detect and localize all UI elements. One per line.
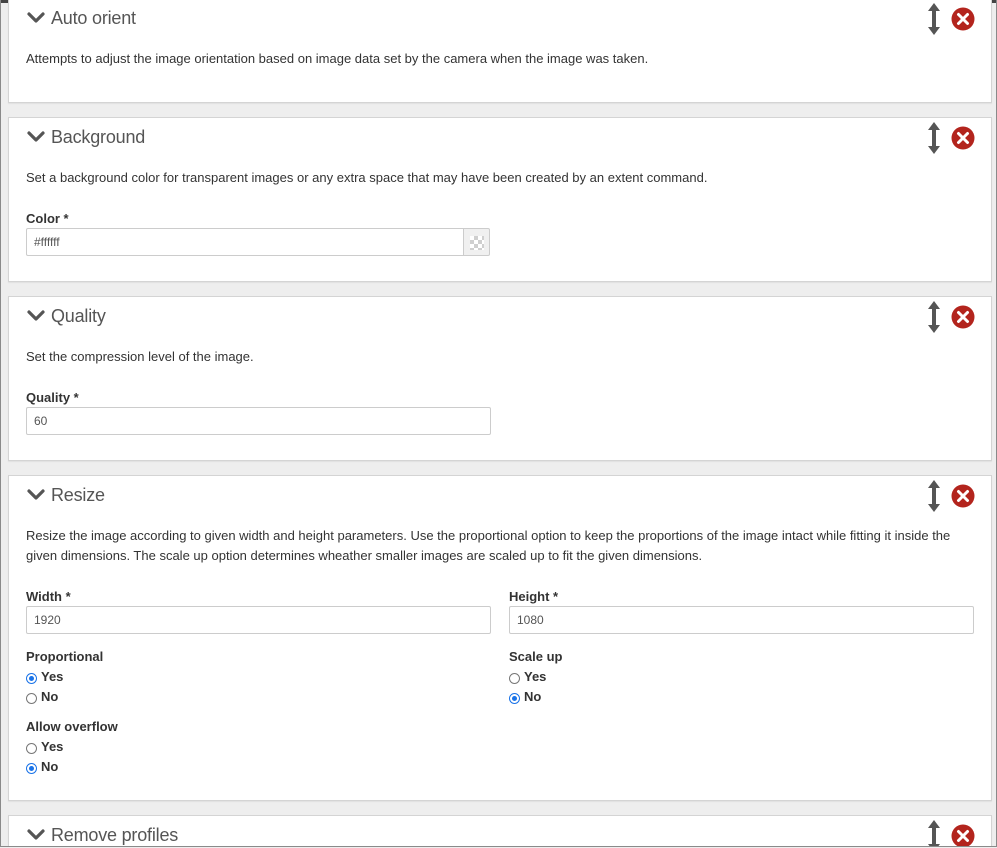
- panel-title: Background: [51, 126, 146, 147]
- drag-arrows-icon[interactable]: [927, 121, 941, 155]
- width-input[interactable]: [26, 606, 491, 634]
- radio-checked[interactable]: [26, 763, 37, 774]
- quality-input[interactable]: [26, 407, 491, 435]
- panel-controls: [927, 2, 975, 36]
- effects-form: Auto orient Attempts to adjust the image…: [0, 0, 997, 847]
- panel-title: Remove profiles: [51, 824, 179, 845]
- panel-controls: [927, 479, 975, 513]
- scale-up-yes-option[interactable]: Yes: [509, 669, 546, 684]
- drag-arrows-icon[interactable]: [927, 2, 941, 36]
- panel-auto-orient: Auto orient Attempts to adjust the image…: [8, 0, 992, 103]
- scale-up-label: Scale up: [509, 649, 563, 664]
- option-label: Yes: [41, 669, 64, 684]
- option-label: No: [41, 689, 59, 704]
- panel-description: Set the compression level of the image.: [26, 349, 254, 364]
- radio-checked[interactable]: [26, 673, 37, 684]
- width-label: Width *: [26, 589, 71, 604]
- option-label: No: [41, 759, 59, 774]
- chevron-down-icon[interactable]: [26, 127, 46, 147]
- panel-controls: [927, 121, 975, 155]
- radio-checked[interactable]: [509, 693, 520, 704]
- panel-title: Resize: [51, 484, 105, 505]
- chevron-down-icon[interactable]: [26, 306, 46, 326]
- option-label: Yes: [524, 669, 547, 684]
- panel-description: Attempts to adjust the image orientation…: [26, 51, 649, 66]
- remove-circle-icon[interactable]: [951, 305, 975, 329]
- height-label: Height *: [509, 589, 559, 604]
- drag-arrows-icon[interactable]: [927, 479, 941, 513]
- panel-header-auto-orient[interactable]: Auto orient: [26, 6, 136, 30]
- panel-header-quality[interactable]: Quality: [26, 304, 106, 328]
- panel-header-resize[interactable]: Resize: [26, 483, 105, 507]
- panel-controls: [927, 300, 975, 334]
- allow-overflow-no-option[interactable]: No: [26, 759, 58, 774]
- transparency-icon: [470, 236, 484, 250]
- panel-background: Background Set a background color for tr…: [8, 117, 992, 282]
- proportional-label: Proportional: [26, 649, 104, 664]
- panel-description: Resize the image according to given widt…: [26, 528, 951, 563]
- panel-header-remove-profiles[interactable]: Remove profiles: [26, 823, 179, 846]
- allow-overflow-label: Allow overflow: [26, 719, 118, 734]
- color-label: Color *: [26, 211, 69, 226]
- allow-overflow-yes-option[interactable]: Yes: [26, 739, 63, 754]
- chevron-down-icon[interactable]: [26, 485, 46, 505]
- drag-arrows-icon[interactable]: [927, 300, 941, 334]
- proportional-no-option[interactable]: No: [26, 689, 58, 704]
- chevron-down-icon[interactable]: [26, 8, 46, 28]
- proportional-yes-option[interactable]: Yes: [26, 669, 63, 684]
- drag-arrows-icon[interactable]: [927, 819, 941, 846]
- scale-up-no-option[interactable]: No: [509, 689, 541, 704]
- color-input[interactable]: [26, 228, 464, 256]
- remove-circle-icon[interactable]: [951, 484, 975, 508]
- panel-controls: [927, 819, 975, 846]
- color-picker-swatch[interactable]: [464, 228, 490, 256]
- panel-title: Auto orient: [51, 7, 136, 28]
- radio-unchecked[interactable]: [26, 743, 37, 754]
- height-input[interactable]: [509, 606, 974, 634]
- radio-unchecked[interactable]: [509, 673, 520, 684]
- panel-remove-profiles: Remove profiles: [8, 815, 992, 846]
- quality-label: Quality *: [26, 390, 79, 405]
- panel-resize: Resize Resize the image according to giv…: [8, 475, 992, 801]
- remove-circle-icon[interactable]: [951, 7, 975, 31]
- panel-quality: Quality Set the compression level of the…: [8, 296, 992, 461]
- option-label: No: [524, 689, 542, 704]
- radio-unchecked[interactable]: [26, 693, 37, 704]
- chevron-down-icon[interactable]: [26, 825, 46, 845]
- panel-header-background[interactable]: Background: [26, 125, 145, 149]
- remove-circle-icon[interactable]: [951, 824, 975, 846]
- option-label: Yes: [41, 739, 64, 754]
- panel-description: Set a background color for transparent i…: [26, 170, 708, 185]
- remove-circle-icon[interactable]: [951, 126, 975, 150]
- panel-title: Quality: [51, 305, 106, 326]
